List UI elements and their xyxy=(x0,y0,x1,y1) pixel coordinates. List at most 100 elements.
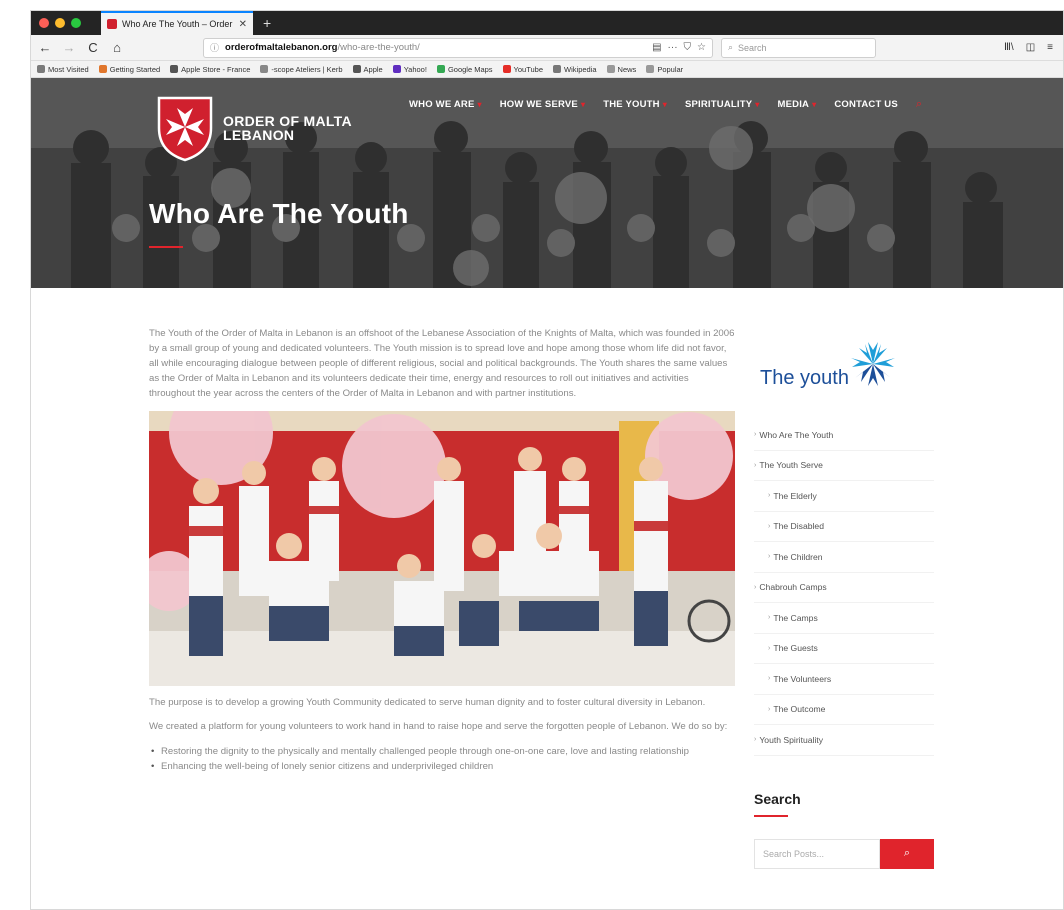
bookmark-favicon-icon xyxy=(98,65,107,73)
sidebar-search-title: Search xyxy=(754,790,801,807)
hero-banner: ORDER OF MALTA LEBANON WHO WE ARE ▾ HOW WE… xyxy=(31,78,1063,288)
window-controls xyxy=(31,18,101,28)
chevron-right-icon: › xyxy=(754,583,757,591)
bookmark-favicon-icon xyxy=(646,65,655,73)
search-submit-button[interactable]: ⌕ xyxy=(880,838,934,869)
site-favicon-icon xyxy=(107,19,117,29)
pocket-icon[interactable]: ⛉ xyxy=(684,42,692,53)
bookmark-star-icon[interactable]: ☆ xyxy=(697,42,706,53)
tab-title: Who Are The Youth – Order of Malta xyxy=(122,19,234,29)
sidebar-menu-item[interactable]: › The Elderly xyxy=(754,481,934,512)
bookmark-item[interactable]: Getting Started xyxy=(98,64,161,74)
bookmark-item[interactable]: -scope Ateliers | Kerb xyxy=(260,65,343,74)
bookmark-item[interactable]: Most Visited xyxy=(37,65,89,74)
sidebar-menu-item[interactable]: › The Youth Serve xyxy=(754,451,934,481)
page-actions-icon[interactable]: ··· xyxy=(668,42,678,53)
nav-item-the-youth[interactable]: THE YOUTH ▾ xyxy=(603,98,667,111)
bookmark-item[interactable]: Popular xyxy=(646,65,683,74)
nav-item-how-we-serve[interactable]: HOW WE SERVE ▾ xyxy=(500,98,585,111)
active-tab[interactable]: Who Are The Youth – Order of Malta ✕ xyxy=(101,11,253,35)
forward-button[interactable]: → xyxy=(61,40,77,55)
bookmark-label: YouTube xyxy=(513,64,544,74)
nav-item-media[interactable]: MEDIA ▾ xyxy=(777,98,816,111)
chevron-right-icon: › xyxy=(768,522,771,530)
sidebar-menu-label: Who Are The Youth xyxy=(759,429,834,440)
sidebar-menu-label: The Disabled xyxy=(773,521,824,532)
site-logo[interactable]: ORDER OF MALTA LEBANON xyxy=(155,94,352,162)
bookmark-favicon-icon xyxy=(37,65,45,73)
youth-logo-text: The youth xyxy=(760,367,849,389)
navigation-toolbar: ← → C ⌂ ⓘ orderofmaltalebanon.org/who-ar… xyxy=(31,35,1063,61)
info-icon[interactable]: ⓘ xyxy=(210,41,219,54)
chevron-right-icon: › xyxy=(754,461,757,469)
sidebar-menu-item[interactable]: › Youth Spirituality xyxy=(754,725,934,756)
bookmark-favicon-icon xyxy=(606,65,615,73)
bookmark-item[interactable]: Apple Store - France xyxy=(170,65,250,74)
nav-item-who-we-are[interactable]: WHO WE ARE ▾ xyxy=(409,98,482,111)
sidebar-menu-item[interactable]: › Who Are The Youth xyxy=(754,420,934,451)
bookmark-label: Getting Started xyxy=(109,64,161,74)
tab-close-icon[interactable]: ✕ xyxy=(239,19,247,30)
bookmark-label: Wikipedia xyxy=(564,64,597,74)
sidebar-menu-item[interactable]: › The Volunteers xyxy=(754,664,934,695)
bookmark-label: Apple xyxy=(363,64,383,74)
url-bar[interactable]: ⓘ orderofmaltalebanon.org/who-are-the-yo… xyxy=(203,37,713,58)
nav-search-icon[interactable]: ⌕ xyxy=(916,98,922,111)
search-posts-input[interactable]: Search Posts... xyxy=(754,838,880,869)
browser-search-input[interactable]: ⌕ Search xyxy=(721,37,876,58)
chevron-right-icon: › xyxy=(768,553,771,561)
sidebar-menu-label: The Children xyxy=(773,551,823,562)
sidebar: The youth › Who Are The Youth › The Yout… xyxy=(754,330,934,869)
reader-view-icon[interactable]: ▤ xyxy=(652,42,661,53)
page-title: Who Are The Youth xyxy=(149,198,409,229)
sidebar-menu-label: The Camps xyxy=(773,612,818,623)
sidebar-menu-label: The Volunteers xyxy=(773,673,832,684)
close-window-button[interactable] xyxy=(39,18,49,28)
bookmark-favicon-icon xyxy=(436,65,445,73)
logo-subtitle: LEBANON xyxy=(223,127,295,143)
bookmark-item[interactable]: YouTube xyxy=(502,64,544,74)
library-icon[interactable]: Ⅲ\ xyxy=(1004,42,1014,53)
purpose-paragraph: The purpose is to develop a growing Yout… xyxy=(149,697,706,708)
intro-paragraph: The Youth of the Order of Malta in Leban… xyxy=(149,328,735,399)
home-button[interactable]: ⌂ xyxy=(109,40,125,55)
chevron-right-icon: › xyxy=(768,492,771,500)
bookmark-item[interactable]: Google Maps xyxy=(436,65,493,74)
menu-icon[interactable]: ≡ xyxy=(1047,42,1053,53)
bookmark-item[interactable]: Apple xyxy=(352,64,383,74)
sidebar-menu-item[interactable]: › Chabrouh Camps xyxy=(754,573,934,603)
search-title-underline xyxy=(754,814,788,817)
url-path: /who-are-the-youth/ xyxy=(337,42,420,53)
list-item: Restoring the dignity to the physically … xyxy=(149,744,735,759)
sidebar-menu-item[interactable]: › The Outcome xyxy=(754,695,934,725)
bookmark-item[interactable]: Yahoo! xyxy=(392,65,427,74)
sidebar-menu-item[interactable]: › The Camps xyxy=(754,603,934,634)
minimize-window-button[interactable] xyxy=(55,18,65,28)
sidebar-menu-item[interactable]: › The Disabled xyxy=(754,512,934,542)
reload-button[interactable]: C xyxy=(85,40,101,55)
the-youth-logo: The youth xyxy=(754,330,934,390)
sidebar-menu-item[interactable]: › The Children xyxy=(754,542,934,573)
bookmark-favicon-icon xyxy=(553,65,562,73)
new-tab-button[interactable]: + xyxy=(263,15,271,31)
browser-window: Who Are The Youth – Order of Malta ✕ + ←… xyxy=(30,10,1064,910)
nav-item-contact-us[interactable]: CONTACT US xyxy=(834,98,898,111)
bookmark-favicon-icon xyxy=(170,65,179,73)
zoom-window-button[interactable] xyxy=(71,18,81,28)
bookmark-item[interactable]: News xyxy=(606,65,636,74)
sidebar-icon[interactable]: ◫ xyxy=(1026,42,1035,53)
nav-item-label: CONTACT US xyxy=(834,99,898,110)
search-icon: ⌕ xyxy=(728,42,734,52)
chevron-down-icon: ▾ xyxy=(755,100,760,109)
sidebar-menu-item[interactable]: › The Guests xyxy=(754,634,934,664)
mission-list: Restoring the dignity to the physically … xyxy=(149,744,735,774)
title-underline xyxy=(149,246,183,248)
bookmark-item[interactable]: Wikipedia xyxy=(553,65,597,74)
nav-item-label: MEDIA xyxy=(777,99,810,110)
back-button[interactable]: ← xyxy=(37,40,53,55)
nav-item-spirituality[interactable]: SPIRITUALITY ▾ xyxy=(685,98,760,111)
bookmark-favicon-icon xyxy=(392,65,401,73)
bookmark-label: Apple Store - France xyxy=(181,64,251,74)
bookmark-favicon-icon xyxy=(502,65,511,73)
group-photo-illustration xyxy=(149,411,735,686)
